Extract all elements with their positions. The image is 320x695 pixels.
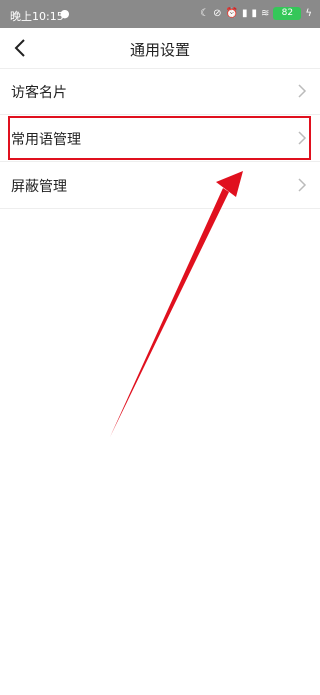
status-bar: 晚上10:15 ● ☾ ⊘ ⏰ ▮ ▮ ≋ 82 ϟ bbox=[0, 0, 320, 28]
chevron-right-icon bbox=[298, 131, 307, 145]
status-icons: ☾ ⊘ ⏰ ▮ ▮ ≋ 82 ϟ bbox=[200, 7, 312, 20]
wifi-icon: ≋ bbox=[261, 8, 270, 19]
signal-icon-2: ▮ bbox=[251, 8, 257, 19]
mute-icon: ⊘ bbox=[213, 8, 222, 19]
list-item-label: 访客名片 bbox=[11, 85, 67, 101]
list-item-phrases[interactable]: 常用语管理 bbox=[0, 115, 320, 162]
page-title: 通用设置 bbox=[129, 41, 190, 59]
nav-bar: 通用设置 bbox=[0, 28, 320, 69]
status-time: 晚上10:15 bbox=[10, 10, 64, 23]
chevron-right-icon bbox=[298, 178, 307, 192]
list-item-label: 常用语管理 bbox=[11, 132, 81, 148]
wechat-icon: ● bbox=[60, 7, 70, 20]
battery-icon: 82 bbox=[273, 7, 302, 20]
list-item-block[interactable]: 屏蔽管理 bbox=[0, 162, 320, 209]
chevron-right-icon bbox=[298, 84, 307, 98]
moon-icon: ☾ bbox=[200, 8, 210, 19]
alarm-icon: ⏰ bbox=[225, 8, 238, 19]
list-item-visitor-card[interactable]: 访客名片 bbox=[0, 68, 320, 115]
signal-icon: ▮ bbox=[241, 8, 248, 19]
charging-icon: ϟ bbox=[305, 8, 312, 19]
list-item-label: 屏蔽管理 bbox=[11, 179, 67, 195]
arrow-shaft bbox=[110, 188, 229, 437]
settings-list: 访客名片 常用语管理 屏蔽管理 bbox=[0, 68, 320, 209]
